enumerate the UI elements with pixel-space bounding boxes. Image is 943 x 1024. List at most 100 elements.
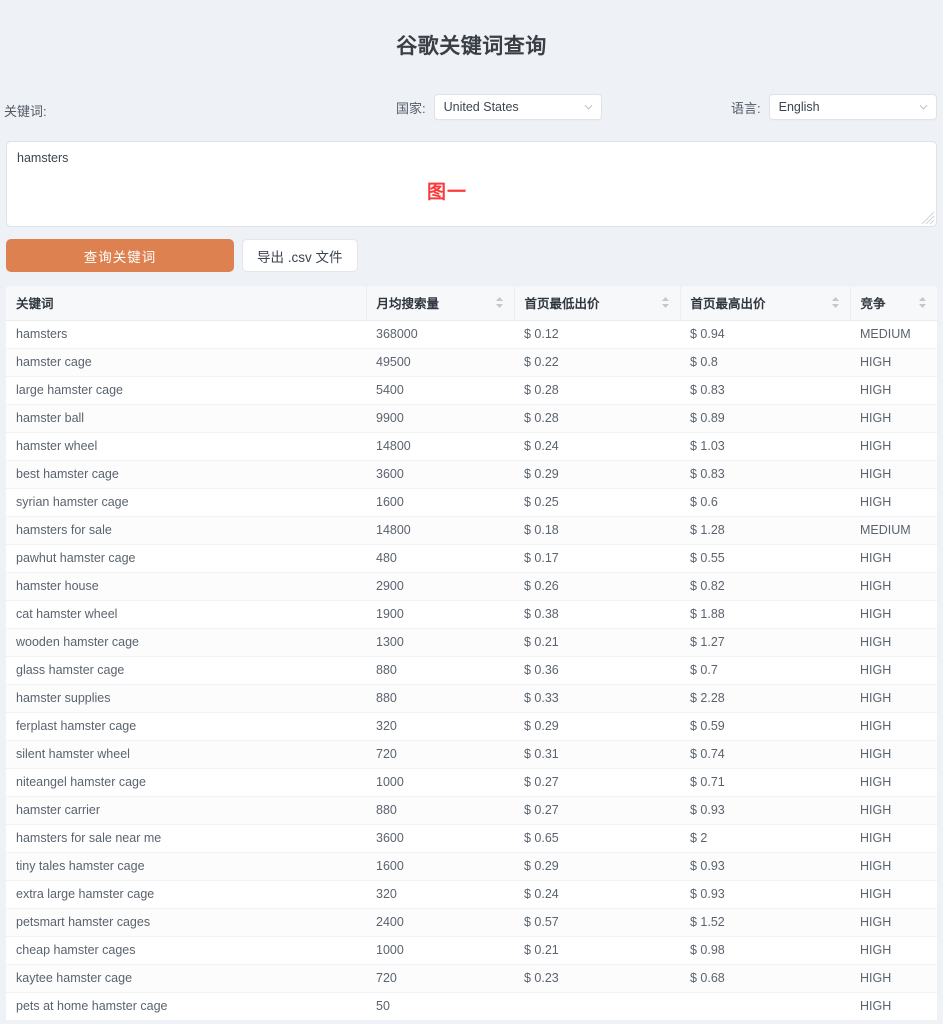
cell-keyword: niteangel hamster cage <box>6 768 366 797</box>
language-select[interactable]: English <box>768 94 937 120</box>
table-row[interactable]: hamster wheel 14800 $ 0.24 $ 1.03 HIGH <box>6 432 937 461</box>
sort-toggle-icon[interactable] <box>661 296 670 309</box>
cell-low-bid: $ 0.29 <box>514 852 680 881</box>
table-row[interactable]: cat hamster wheel 1900 $ 0.38 $ 1.88 HIGH <box>6 600 937 629</box>
cell-volume: 1000 <box>366 768 514 797</box>
country-field-group: 国家: United States <box>396 94 602 120</box>
cell-low-bid: $ 0.26 <box>514 572 680 601</box>
cell-keyword: hamsters <box>6 320 366 349</box>
column-header-competition[interactable]: 竞争 <box>849 286 937 321</box>
table-row[interactable]: hamsters for sale near me 3600 $ 0.65 $ 2 HI… <box>6 824 937 853</box>
cell-volume: 9900 <box>366 404 514 433</box>
table-body: hamsters 368000 $ 0.12 $ 0.94 MEDIUM hamster … <box>6 320 937 1021</box>
sort-toggle-icon[interactable] <box>918 296 927 309</box>
country-label: 国家: <box>396 100 426 116</box>
cell-keyword: extra large hamster cage <box>6 880 366 909</box>
cell-high-bid: $ 0.83 <box>680 376 850 405</box>
cell-high-bid: $ 2.28 <box>680 684 850 713</box>
cell-high-bid: $ 0.89 <box>680 404 850 433</box>
table-row[interactable]: niteangel hamster cage 1000 $ 0.27 $ 0.71 HI… <box>6 768 937 797</box>
keyword-input[interactable] <box>6 141 937 227</box>
title-bar: 谷歌关键词查询 <box>0 0 943 68</box>
cell-high-bid: $ 1.27 <box>680 628 850 657</box>
cell-high-bid: $ 0.59 <box>680 712 850 741</box>
cell-keyword: hamster house <box>6 572 366 601</box>
search-keywords-button[interactable]: 查询关键词 <box>6 239 234 272</box>
column-header-low-bid-label: 首页最低出价 <box>524 297 600 312</box>
cell-competition: HIGH <box>850 796 937 825</box>
cell-competition: HIGH <box>850 628 937 657</box>
column-header-low-bid[interactable]: 首页最低出价 <box>513 286 680 321</box>
cell-competition: HIGH <box>850 936 937 965</box>
cell-high-bid: $ 0.93 <box>680 796 850 825</box>
cell-high-bid: $ 0.83 <box>680 460 850 489</box>
table-row[interactable]: cheap hamster cages 1000 $ 0.21 $ 0.98 HIGH <box>6 936 937 965</box>
cell-competition: HIGH <box>850 432 937 461</box>
table-row[interactable]: hamster house 2900 $ 0.26 $ 0.82 HIGH <box>6 572 937 601</box>
table-header: 关键词 月均搜索量 首页最低出价 首页最高出价 竞争 <box>6 286 937 321</box>
column-header-competition-label: 竞争 <box>860 297 886 312</box>
cell-competition: HIGH <box>850 544 937 573</box>
cell-high-bid: $ 0.98 <box>680 936 850 965</box>
page-title: 谷歌关键词查询 <box>396 35 547 58</box>
chevron-down-icon <box>584 103 593 112</box>
cell-high-bid: $ 0.93 <box>680 852 850 881</box>
cell-low-bid: $ 0.25 <box>514 488 680 517</box>
column-header-volume[interactable]: 月均搜索量 <box>365 286 514 321</box>
cell-low-bid: $ 0.22 <box>514 348 680 377</box>
sort-toggle-icon[interactable] <box>495 296 504 309</box>
table-row[interactable]: tiny tales hamster cage 1600 $ 0.29 $ 0.93 H… <box>6 852 937 881</box>
table-row[interactable]: hamster carrier 880 $ 0.27 $ 0.93 HIGH <box>6 796 937 825</box>
table-row[interactable]: large hamster cage 5400 $ 0.28 $ 0.83 HIGH <box>6 376 937 405</box>
cell-low-bid: $ 0.12 <box>514 320 680 349</box>
cell-competition: HIGH <box>850 740 937 769</box>
table-row[interactable]: glass hamster cage 880 $ 0.36 $ 0.7 HIGH <box>6 656 937 685</box>
table-row[interactable]: silent hamster wheel 720 $ 0.31 $ 0.74 HIGH <box>6 740 937 769</box>
cell-volume: 1600 <box>366 852 514 881</box>
cell-low-bid: $ 0.28 <box>514 376 680 405</box>
cell-keyword: cat hamster wheel <box>6 600 366 629</box>
table-row[interactable]: hamsters 368000 $ 0.12 $ 0.94 MEDIUM <box>6 320 937 349</box>
country-select-value: United States <box>443 100 519 114</box>
table-row[interactable]: hamsters for sale 14800 $ 0.18 $ 1.28 MEDIUM <box>6 516 937 545</box>
cell-low-bid: $ 0.18 <box>514 516 680 545</box>
cell-competition: MEDIUM <box>850 516 937 545</box>
keyword-results-table: 关键词 月均搜索量 首页最低出价 首页最高出价 竞争 hamsters 3680… <box>6 286 937 1021</box>
cell-low-bid: $ 0.23 <box>514 964 680 993</box>
cell-high-bid: $ 0.68 <box>680 964 850 993</box>
table-row[interactable]: pets at home hamster cage 50 HIGH <box>6 992 937 1021</box>
table-row[interactable]: syrian hamster cage 1600 $ 0.25 $ 0.6 HIGH <box>6 488 937 517</box>
cell-competition: HIGH <box>850 768 937 797</box>
cell-keyword: pets at home hamster cage <box>6 992 366 1021</box>
column-header-high-bid[interactable]: 首页最高出价 <box>679 286 850 321</box>
table-row[interactable]: hamster cage 49500 $ 0.22 $ 0.8 HIGH <box>6 348 937 377</box>
cell-keyword: silent hamster wheel <box>6 740 366 769</box>
table-row[interactable]: petsmart hamster cages 2400 $ 0.57 $ 1.52 HI… <box>6 908 937 937</box>
column-header-keyword[interactable]: 关键词 <box>6 286 366 321</box>
cell-keyword: hamster cage <box>6 348 366 377</box>
table-row[interactable]: extra large hamster cage 320 $ 0.24 $ 0.93 H… <box>6 880 937 909</box>
chevron-down-icon <box>919 103 928 112</box>
table-row[interactable]: ferplast hamster cage 320 $ 0.29 $ 0.59 HIGH <box>6 712 937 741</box>
cell-volume: 320 <box>366 880 514 909</box>
sort-toggle-icon[interactable] <box>831 296 840 309</box>
table-row[interactable]: hamster ball 9900 $ 0.28 $ 0.89 HIGH <box>6 404 937 433</box>
export-csv-button[interactable]: 导出 .csv 文件 <box>242 239 358 272</box>
country-select[interactable]: United States <box>433 94 602 120</box>
page-root: 谷歌关键词查询 关键词: 国家: United States 语言: Engli… <box>0 0 943 1024</box>
cell-volume: 50 <box>366 992 514 1021</box>
table-row[interactable]: kaytee hamster cage 720 $ 0.23 $ 0.68 HIGH <box>6 964 937 993</box>
cell-low-bid: $ 0.33 <box>514 684 680 713</box>
controls-row: 关键词: 国家: United States 语言: English <box>0 92 943 136</box>
table-row[interactable]: best hamster cage 3600 $ 0.29 $ 0.83 HIGH <box>6 460 937 489</box>
cell-competition: HIGH <box>850 488 937 517</box>
language-field-group: 语言: English <box>731 94 937 120</box>
table-row[interactable]: pawhut hamster cage 480 $ 0.17 $ 0.55 HIGH <box>6 544 937 573</box>
cell-high-bid: $ 1.28 <box>680 516 850 545</box>
cell-keyword: kaytee hamster cage <box>6 964 366 993</box>
table-row[interactable]: hamster supplies 880 $ 0.33 $ 2.28 HIGH <box>6 684 937 713</box>
table-row[interactable]: wooden hamster cage 1300 $ 0.21 $ 1.27 HIGH <box>6 628 937 657</box>
cell-keyword: petsmart hamster cages <box>6 908 366 937</box>
cell-competition: HIGH <box>850 908 937 937</box>
cell-competition: HIGH <box>850 600 937 629</box>
